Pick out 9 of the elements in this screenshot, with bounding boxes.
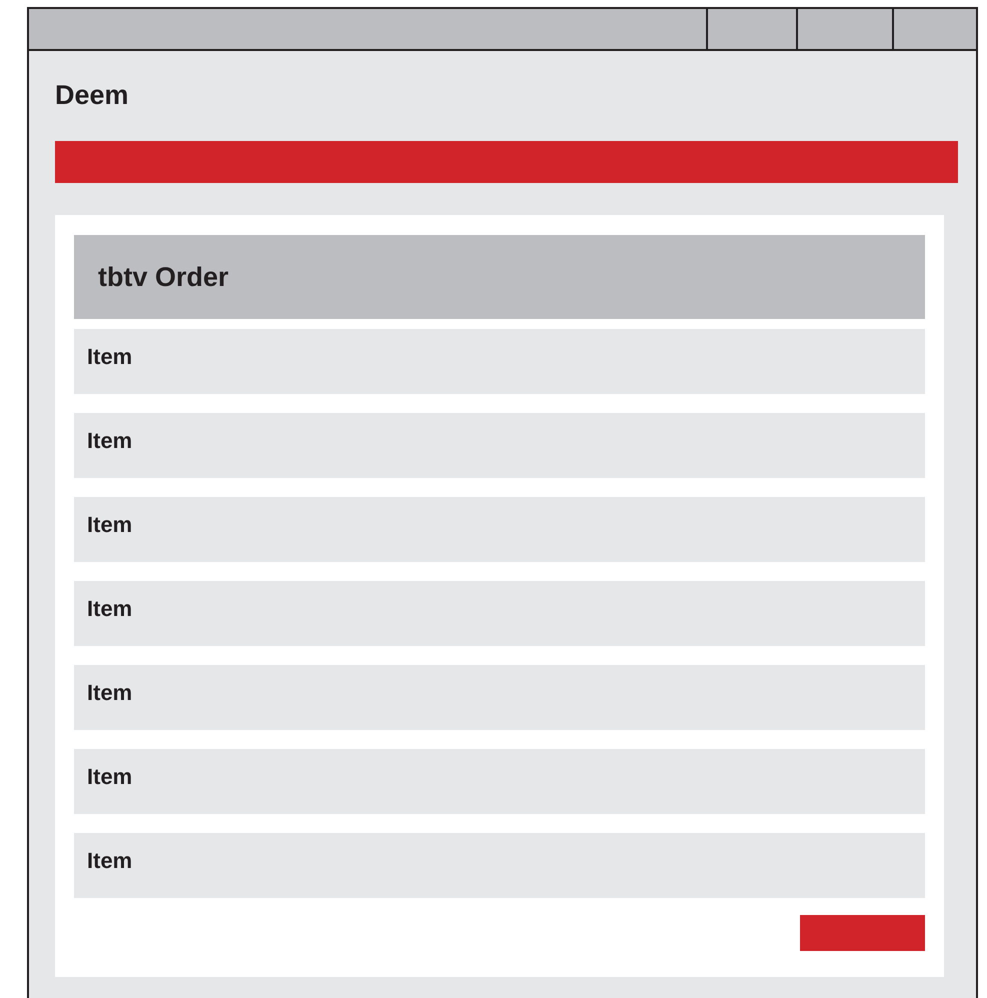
list-item[interactable]: Item <box>74 665 925 730</box>
list-item[interactable]: Item <box>74 497 925 562</box>
list-item[interactable]: Item <box>74 833 925 898</box>
list-item[interactable]: Item <box>74 413 925 478</box>
app-title: Deem <box>55 79 130 111</box>
list-item[interactable]: Item <box>74 329 925 394</box>
list-item[interactable]: Item <box>74 581 925 646</box>
order-title: tbtv Order <box>74 235 925 319</box>
list-item[interactable]: Item <box>74 749 925 814</box>
